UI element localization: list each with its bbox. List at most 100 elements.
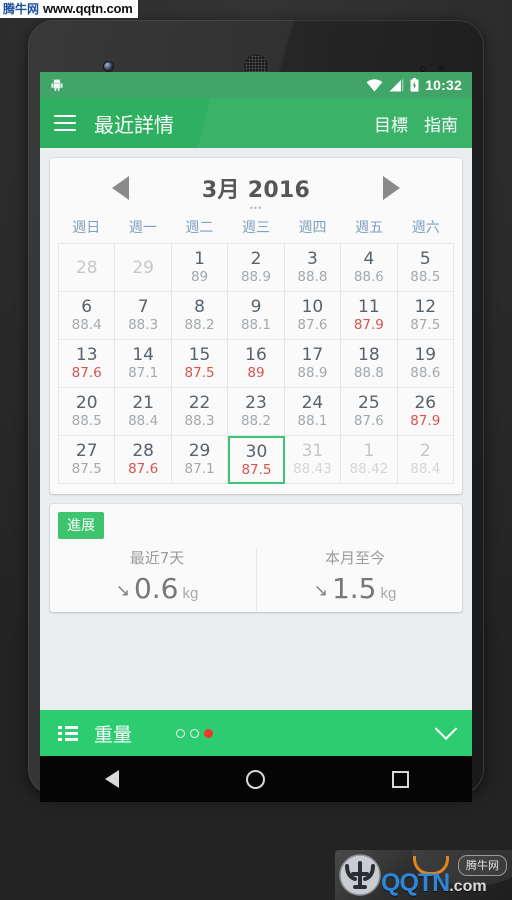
calendar-grid: 28 29 1 89 2 88.9 3 88.8 4 88.6 5 88.5 6 88.4 7 88.3 8 88…: [58, 243, 454, 484]
calendar-day-number: 25: [358, 393, 380, 413]
calendar-day-number: 18: [358, 345, 380, 365]
bottom-metric-bar[interactable]: 重量: [40, 710, 472, 756]
calendar-cell[interactable]: 5 88.5: [397, 244, 454, 292]
calendar-day-value: 88.4: [128, 413, 159, 429]
calendar-cell[interactable]: 1 88.42: [341, 436, 398, 484]
weekday-label: 週日: [72, 220, 101, 236]
calendar-day-number: 21: [132, 393, 154, 413]
page-dot[interactable]: [175, 728, 185, 738]
calendar-cell[interactable]: 1 89: [171, 244, 229, 292]
calendar-cell[interactable]: 14 87.1: [115, 340, 172, 388]
watermark-top-left: 腾牛网 www.qqtn.com: [0, 0, 138, 18]
calendar-cell[interactable]: 25 87.6: [341, 388, 398, 436]
calendar-cell[interactable]: 11 87.9: [341, 292, 398, 340]
calendar-day-number: 23: [245, 393, 267, 413]
chevron-down-icon[interactable]: [434, 717, 458, 741]
calendar-day-value: 88.6: [410, 365, 441, 381]
weekday-label: 週六: [411, 220, 440, 236]
hamburger-menu-icon[interactable]: [54, 115, 76, 131]
watermark-bottom-right: QQTN.com 腾牛网: [335, 850, 512, 900]
calendar-cell[interactable]: 13 87.6: [59, 340, 116, 388]
bottom-bar-title: 重量: [94, 723, 133, 746]
calendar-day-number: 24: [301, 393, 324, 413]
calendar-cell[interactable]: 2 88.4: [397, 436, 454, 484]
nav-home-icon[interactable]: [245, 769, 265, 789]
calendar-day-value: 88.9: [240, 269, 272, 285]
calendar-cell[interactable]: 28 87.6: [115, 436, 172, 484]
nav-back-icon[interactable]: [103, 768, 120, 790]
calendar-cell[interactable]: 15 87.5: [171, 340, 229, 388]
calendar-day-value: 88.8: [353, 365, 384, 381]
android-navigation-bar: [40, 756, 472, 802]
calendar-cell[interactable]: 29 87.1: [171, 436, 229, 484]
guide-action-button[interactable]: 指南: [424, 111, 458, 136]
calendar-cell[interactable]: 2 88.9: [228, 244, 285, 292]
arrow-down-right-icon: ↘: [313, 581, 328, 600]
calendar-cell[interactable]: 29: [115, 244, 172, 292]
weekday-label: 週三: [241, 220, 270, 236]
calendar-day-number: 12: [414, 297, 437, 317]
android-robot-icon: [51, 78, 63, 92]
calendar-cell[interactable]: 23 88.2: [228, 388, 285, 436]
content-area: 3月 2016 ••• 週日 週一 週二 週三 週四 週五 週六 28 29 1 89…: [40, 148, 472, 756]
watermark-url-text: www.qqtn.com: [43, 1, 133, 16]
calendar-cell[interactable]: 17 88.9: [284, 340, 342, 388]
calendar-day-value: 87.1: [128, 365, 159, 381]
weekday-label: 週一: [128, 220, 157, 236]
next-month-button[interactable]: [383, 176, 400, 200]
page-indicator-dots[interactable]: [175, 728, 213, 738]
calendar-cell[interactable]: 18 88.8: [341, 340, 398, 388]
calendar-overflow-dots[interactable]: •••: [58, 204, 454, 213]
calendar-cell[interactable]: 20 88.5: [59, 388, 116, 436]
list-view-icon[interactable]: [58, 725, 78, 741]
calendar-cell[interactable]: 26 87.9: [397, 388, 454, 436]
calendar-cell[interactable]: 3 88.8: [284, 244, 342, 292]
calendar-day-value: 87.5: [241, 461, 272, 478]
calendar-day-number: 1: [194, 249, 205, 269]
calendar-cell-selected[interactable]: 30 87.5: [228, 436, 285, 484]
calendar-cell[interactable]: 6 88.4: [59, 292, 116, 340]
calendar-day-value: 88.42: [349, 461, 389, 477]
calendar-day-number: 5: [419, 249, 431, 269]
calendar-day-value: 87.5: [184, 365, 215, 381]
calendar-cell[interactable]: 28: [59, 244, 116, 292]
progress-stats-row: 最近7天 ↘ 0.6 kg 本月至今 ↘ 1.5 kg: [58, 547, 454, 611]
calendar-day-number: 29: [132, 257, 154, 278]
calendar-day-number: 19: [414, 345, 437, 365]
goal-action-button[interactable]: 目標: [374, 111, 408, 136]
calendar-header: 3月 2016: [58, 166, 454, 204]
calendar-cell[interactable]: 19 88.6: [397, 340, 454, 388]
page-dot[interactable]: [189, 728, 199, 738]
calendar-day-value: 88.1: [240, 317, 272, 333]
calendar-cell[interactable]: 22 88.3: [171, 388, 229, 436]
calendar-day-value: 88.1: [297, 413, 328, 429]
wifi-icon: [366, 78, 383, 91]
calendar-cell[interactable]: 16 89: [228, 340, 285, 388]
calendar-cell[interactable]: 21 88.4: [115, 388, 172, 436]
calendar-cell[interactable]: 31 88.43: [284, 436, 342, 484]
calendar-card: 3月 2016 ••• 週日 週一 週二 週三 週四 週五 週六 28 29 1 89…: [50, 158, 462, 494]
calendar-cell[interactable]: 10 87.6: [284, 292, 342, 340]
calendar-day-number: 30: [245, 441, 268, 462]
calendar-day-value: 88.6: [353, 269, 384, 285]
calendar-cell[interactable]: 12 87.5: [397, 292, 454, 340]
calendar-cell[interactable]: 4 88.6: [341, 244, 398, 292]
calendar-day-number: 9: [250, 297, 262, 317]
calendar-cell[interactable]: 9 88.1: [228, 292, 285, 340]
calendar-cell[interactable]: 24 88.1: [284, 388, 342, 436]
page-title: 最近詳情: [94, 112, 174, 137]
nav-recents-icon[interactable]: [391, 770, 409, 788]
calendar-cell[interactable]: 7 88.3: [115, 292, 172, 340]
stat-value-group: ↘ 0.6 kg: [58, 572, 256, 605]
page-dot-active[interactable]: [203, 728, 213, 738]
app-toolbar: 最近詳情 目標 指南: [40, 98, 472, 148]
calendar-day-number: 1: [363, 441, 375, 461]
calendar-day-value: 89: [190, 269, 209, 285]
weekday-label: 週五: [355, 220, 384, 236]
calendar-day-value: 87.1: [184, 461, 215, 477]
calendar-day-number: 31: [301, 441, 324, 461]
previous-month-button[interactable]: [112, 176, 129, 200]
status-bar: 10:32: [40, 72, 472, 98]
calendar-cell[interactable]: 8 88.2: [171, 292, 229, 340]
calendar-cell[interactable]: 27 87.5: [59, 436, 116, 484]
